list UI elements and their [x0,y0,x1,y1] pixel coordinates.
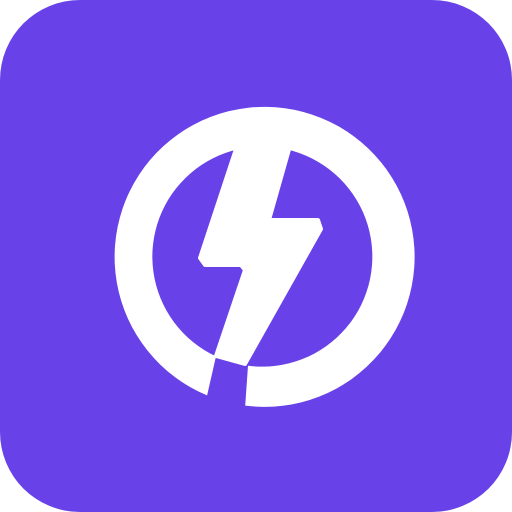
app-icon-graphic [0,0,512,512]
app-icon [0,0,512,512]
